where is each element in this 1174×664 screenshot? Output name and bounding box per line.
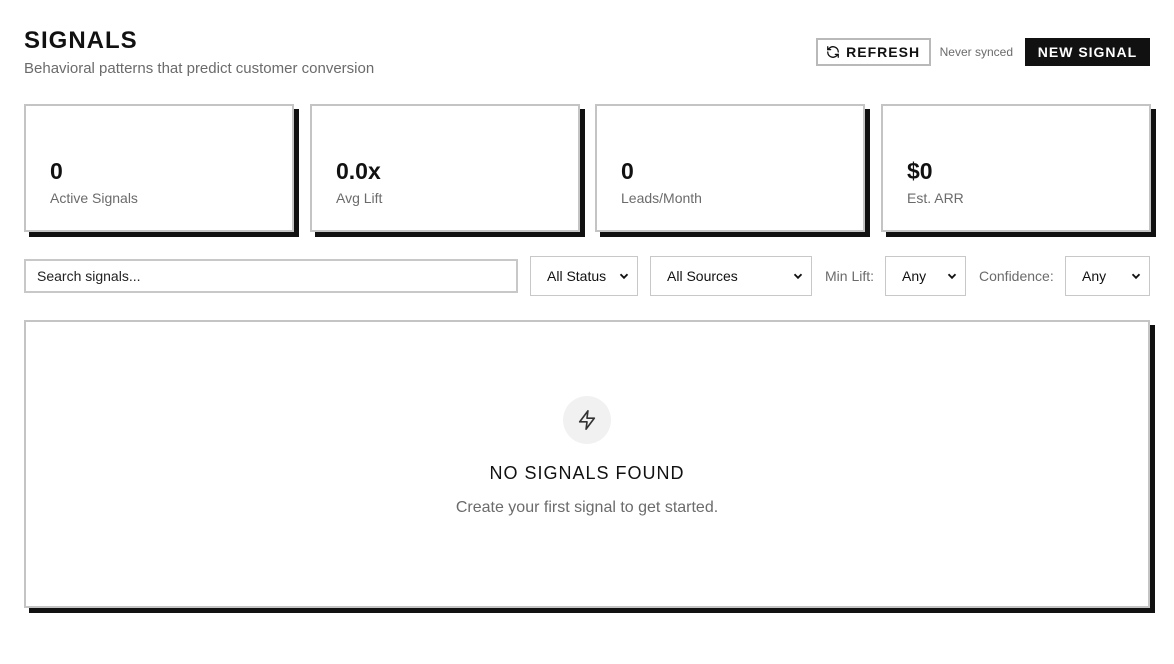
chevron-down-icon: [619, 271, 629, 281]
status-select-value: All Status: [547, 268, 607, 284]
stat-label: Active Signals: [50, 190, 138, 206]
stat-card-active-signals: 0 Active Signals: [24, 104, 294, 232]
sync-status: Never synced: [939, 45, 1013, 59]
status-select[interactable]: All Status: [530, 256, 638, 296]
chevron-down-icon: [947, 271, 957, 281]
confidence-select[interactable]: Any: [1065, 256, 1150, 296]
min-lift-label: Min Lift:: [825, 268, 875, 284]
stat-value: 0: [50, 158, 63, 184]
stat-label: Est. ARR: [907, 190, 964, 206]
header-actions: REFRESH Never synced NEW SIGNAL: [815, 38, 1150, 66]
chevron-down-icon: [1131, 271, 1141, 281]
confidence-label: Confidence:: [979, 268, 1054, 284]
stat-label: Leads/Month: [621, 190, 702, 206]
signals-list-panel: NO SIGNALS FOUND Create your first signa…: [24, 320, 1150, 608]
chevron-down-icon: [793, 271, 803, 281]
page-title: SIGNALS: [24, 27, 138, 54]
signals-page: SIGNALS Behavioral patterns that predict…: [0, 0, 1174, 664]
refresh-icon: [826, 45, 840, 59]
min-lift-select-value: Any: [902, 268, 927, 284]
page-header: SIGNALS Behavioral patterns that predict…: [24, 26, 1150, 80]
search-input[interactable]: [24, 259, 518, 293]
source-select-value: All Sources: [667, 268, 738, 284]
new-signal-button[interactable]: NEW SIGNAL: [1025, 38, 1150, 66]
page-subtitle: Behavioral patterns that predict custome…: [24, 60, 375, 77]
stat-card-est-arr: $0 Est. ARR: [881, 104, 1151, 232]
filter-bar: All Status All Sources Min Lift: Any Con…: [24, 256, 1150, 296]
refresh-button[interactable]: REFRESH: [815, 38, 931, 66]
stat-label: Avg Lift: [336, 190, 383, 206]
empty-state-title: NO SIGNALS FOUND: [489, 463, 685, 483]
refresh-button-label: REFRESH: [846, 44, 921, 60]
empty-state-message: Create your first signal to get started.: [455, 499, 719, 516]
min-lift-select[interactable]: Any: [885, 256, 966, 296]
confidence-select-value: Any: [1082, 268, 1107, 284]
source-select[interactable]: All Sources: [650, 256, 812, 296]
lightning-icon: [563, 396, 611, 444]
stat-value: 0: [621, 158, 634, 184]
stat-card-leads-month: 0 Leads/Month: [595, 104, 865, 232]
stat-value: $0: [907, 158, 933, 184]
stat-card-avg-lift: 0.0x Avg Lift: [310, 104, 580, 232]
stat-value: 0.0x: [336, 158, 381, 184]
stats-row: 0 Active Signals 0.0x Avg Lift 0 Leads/M…: [24, 104, 1151, 232]
